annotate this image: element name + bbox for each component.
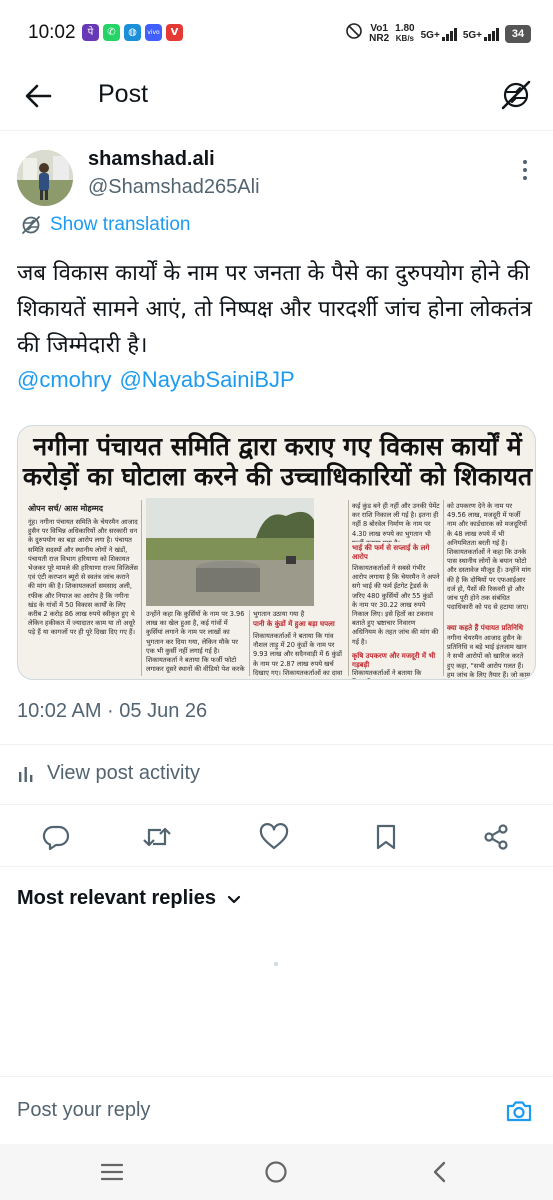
recents-icon <box>100 1163 124 1181</box>
status-time: 10:02 <box>28 22 76 43</box>
avatar-photo <box>17 150 73 206</box>
bookmark-button[interactable] <box>366 817 406 857</box>
edge-icon: ◍ <box>124 24 141 41</box>
news-column-5-bottom: नगीना चेयरमैन आजाद हुसैन के प्रतिनिधि व … <box>447 634 531 678</box>
news-column-4-bottom: शिकायतकर्ताओं ने बताया कि किसानों <box>352 669 422 679</box>
post-timestamp[interactable]: 10:02 AM · 05 Jun 26 <box>17 700 207 723</box>
heart-icon <box>259 823 289 850</box>
actions-divider <box>0 866 553 867</box>
status-app-icons: पे ✆ ◍ vivo V <box>82 24 183 41</box>
volte-indicator: Vo1 NR2 <box>369 22 390 44</box>
bookmark-icon <box>376 824 396 850</box>
reply-composer-bar: Post your reply <box>0 1076 553 1144</box>
avatar[interactable] <box>17 150 73 206</box>
column-rule <box>348 500 349 676</box>
recents-button[interactable] <box>96 1156 128 1188</box>
reply-icon <box>42 825 70 851</box>
news-subhead: कृषि उपकरण और मजदूरी में भी गड़बड़ी <box>352 652 436 669</box>
post-action-bar <box>0 817 553 857</box>
show-translation-link[interactable]: Show translation <box>20 214 190 236</box>
camera-icon <box>506 1101 532 1122</box>
column-rule <box>443 500 444 676</box>
vivo-icon: vivo <box>145 24 162 41</box>
post-image-newspaper-clipping[interactable]: नगीना पंचायत समिति द्वारा कराए गए विकास … <box>17 425 536 680</box>
reply-button[interactable] <box>36 817 76 857</box>
arrow-left-icon <box>25 84 52 108</box>
like-button[interactable] <box>254 817 294 857</box>
reply-input[interactable]: Post your reply <box>17 1099 150 1122</box>
signal-bars-icon <box>441 27 457 41</box>
battery-indicator: 34 <box>505 24 531 43</box>
news-headline: नगीना पंचायत समिति द्वारा कराए गए विकास … <box>22 432 533 491</box>
post-mentions: @cmohry @NayabSainiBJP <box>17 367 295 393</box>
share-icon <box>484 824 508 850</box>
mention-link[interactable]: @NayabSainiBJP <box>119 367 294 393</box>
replies-sort-label: Most relevant replies <box>17 887 216 909</box>
analytics-icon <box>19 766 33 782</box>
vivo-video-icon: V <box>166 24 183 41</box>
news-subhead: पानी के कुंडों में हुआ बड़ा घपला <box>253 620 335 628</box>
translate-toggle-button[interactable] <box>499 78 533 112</box>
replies-sort-dropdown[interactable]: Most relevant replies <box>17 887 242 910</box>
chevron-down-icon <box>227 895 241 903</box>
news-photo <box>146 498 314 606</box>
sim1-signal: 5G+ <box>421 27 457 41</box>
page-title: Post <box>98 80 149 108</box>
status-bar: 10:02 पे ✆ ◍ vivo V Vo1 NR2 1.80 KB/s 5G… <box>0 0 553 66</box>
whatsapp-icon: ✆ <box>103 24 120 41</box>
mention-link[interactable]: @cmohry <box>17 367 111 393</box>
column-rule <box>249 610 250 676</box>
news-column-5: को उपकरण देने के नाम पर 49.56 लाख, मजदूर… <box>447 502 531 612</box>
back-icon <box>433 1161 446 1183</box>
phonepe-icon: पे <box>82 24 99 41</box>
news-column-1: नूंह। नगीना पंचायत समिति के चेयरमैन आजाद… <box>28 518 138 637</box>
view-post-activity-link[interactable]: View post activity <box>17 762 200 785</box>
share-button[interactable] <box>476 817 516 857</box>
translate-icon <box>22 216 40 234</box>
author-handle[interactable]: @Shamshad265Ali <box>88 176 260 199</box>
status-indicators: Vo1 NR2 1.80 KB/s 5G+ 5G+ 34 <box>345 22 531 45</box>
back-button[interactable] <box>22 80 54 112</box>
sim2-signal: 5G+ <box>463 27 499 41</box>
translate-off-icon <box>501 80 531 110</box>
do-not-disturb-icon <box>345 22 363 45</box>
loading-indicator <box>274 962 278 966</box>
header-divider <box>0 130 553 131</box>
more-options-button[interactable] <box>517 158 533 182</box>
news-byline: ओपन सर्च/ आस मोहम्मद <box>28 504 104 513</box>
camera-button[interactable] <box>505 1097 533 1125</box>
column-rule <box>141 500 142 676</box>
view-post-activity-label: View post activity <box>47 762 201 784</box>
news-subhead: भाई की फर्म से सप्लाई के लगे आरोप <box>352 544 430 561</box>
signal-bars-icon <box>484 27 499 41</box>
news-column-4: शिकायतकर्ताओं ने सबसे गंभीर आरोप लगाया ह… <box>352 564 440 646</box>
news-column-4-top: कई कुंड बने ही नहीं और उनकी पेमेंट कर रा… <box>352 502 440 542</box>
show-translation-label: Show translation <box>50 214 191 235</box>
activity-divider <box>0 804 553 805</box>
more-vertical-icon <box>523 160 527 180</box>
system-navigation-bar <box>0 1144 553 1200</box>
system-back-button[interactable] <box>424 1156 456 1188</box>
network-speed: 1.80 KB/s <box>395 22 415 43</box>
repost-button[interactable] <box>137 817 177 857</box>
repost-icon <box>143 827 171 847</box>
news-subhead: क्या कहते हैं पंचायत प्रतिनिधि <box>447 624 524 632</box>
news-column-3-top: भुगतान उठाया गया है <box>253 610 305 618</box>
timestamp-divider <box>0 744 553 745</box>
news-column-3: शिकायतकर्ताओं ने बताया कि गांव नौशल ताड़… <box>253 632 343 676</box>
post-text: जब विकास कार्यों के नाम पर जनता के पैसे … <box>17 261 533 358</box>
home-icon <box>265 1161 287 1183</box>
news-column-2: उन्होंने कहा कि कुर्सियों के नाम पर 3.96… <box>146 610 245 674</box>
home-button[interactable] <box>260 1156 292 1188</box>
post-header: Post <box>0 66 553 128</box>
author-display-name[interactable]: shamshad.ali <box>88 148 215 171</box>
